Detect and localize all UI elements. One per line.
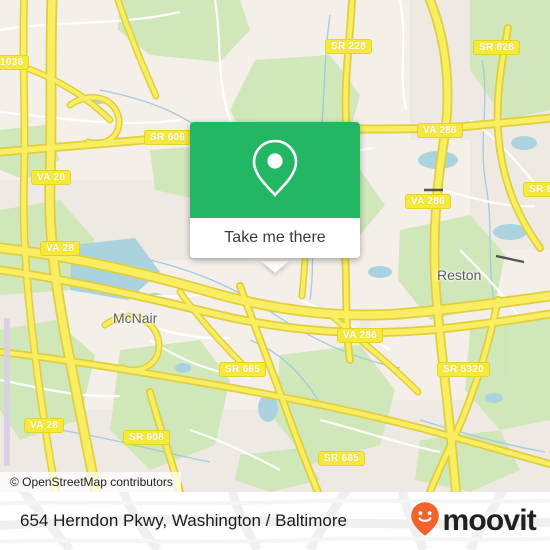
map-screenshot-root: 1036 SR 606 SR 228 SR 828 VA 286 VA 286 … [0, 0, 550, 550]
moovit-wordmark: moovit [442, 504, 536, 537]
road-shield: SR 6 [523, 182, 550, 197]
map-canvas[interactable]: 1036 SR 606 SR 228 SR 828 VA 286 VA 286 … [0, 0, 550, 492]
road-shield: 1036 [0, 55, 30, 70]
road-shield: SR 5320 [437, 362, 491, 377]
road-shield: VA 28 [40, 241, 81, 256]
moovit-smiley-pin-icon [410, 501, 440, 542]
road-shield: VA 286 [337, 328, 384, 343]
road-shield: VA 286 [417, 123, 464, 138]
take-me-there-popup[interactable]: Take me there [190, 122, 360, 258]
road-shield: SR 665 [219, 362, 267, 377]
place-label-reston: Reston [437, 267, 482, 283]
road-shield: SR 228 [325, 39, 373, 54]
road-shield: SR 665 [318, 451, 366, 466]
popup-action-row[interactable]: Take me there [190, 218, 360, 258]
map-pin-icon [247, 137, 303, 204]
place-label-mcnair: McNair [113, 310, 158, 326]
address-label: 654 Herndon Pkwy, Washington / Baltimore [20, 511, 347, 530]
popup-header [190, 122, 360, 218]
osm-attribution[interactable]: © OpenStreetMap contributors [0, 472, 181, 492]
road-shield: VA 28 [31, 170, 72, 185]
moovit-logo[interactable]: moovit [410, 501, 537, 542]
road-shield: VA 28 [24, 418, 65, 433]
take-me-there-label: Take me there [224, 229, 326, 246]
footer-content-row: 654 Herndon Pkwy, Washington / Baltimore… [0, 492, 550, 550]
road-shield: SR 608 [123, 430, 171, 445]
footer-bar: 654 Herndon Pkwy, Washington / Baltimore… [0, 492, 550, 550]
road-shield: SR 828 [473, 40, 521, 55]
road-shield: SR 606 [144, 130, 192, 145]
road-shield: VA 286 [405, 194, 452, 209]
popup-pointer [261, 261, 289, 273]
